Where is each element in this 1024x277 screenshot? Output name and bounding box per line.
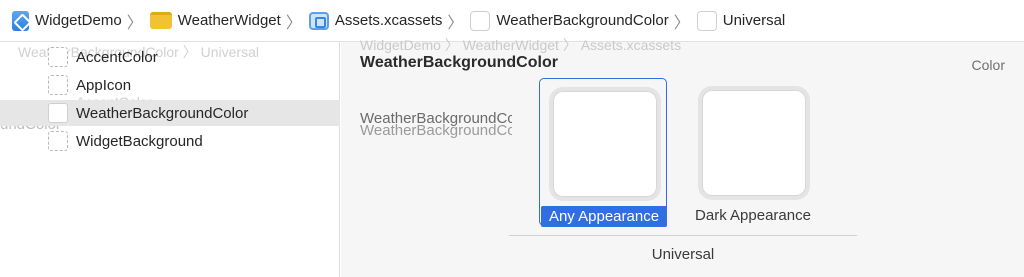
breadcrumb-item-colorset[interactable]: WeatherBackgroundColor [470,10,669,31]
project-icon [12,10,29,31]
slot-label: Dark Appearance [695,207,811,224]
ghost-text: WidgetDemo 〉 WeatherWidget 〉 Assets.xcas… [360,37,682,53]
asset-catalog-icon [308,11,329,30]
breadcrumb-item-group[interactable]: WeatherWidget [149,12,281,29]
color-well[interactable] [553,91,657,197]
any-appearance-slot[interactable]: Any Appearance [539,78,667,227]
breadcrumb-label: WidgetDemo [35,12,122,29]
color-swatch-icon [48,131,68,151]
ghost-text: WeatherBackgroundColor [360,122,512,139]
breadcrumb-item-universal[interactable]: Universal [696,10,786,31]
list-item-weatherbackgroundcolor[interactable]: WeatherBackgroundColor [0,100,340,126]
chevron-right-icon: 〉 [447,14,464,32]
color-swatch-icon [48,103,68,123]
breadcrumb-label: WeatherWidget [177,12,281,29]
breadcrumb-label: WeatherBackgroundColor [496,12,669,29]
color-swatch-icon [48,47,68,67]
color-set-editor: WidgetDemo 〉 WeatherWidget 〉 Assets.xcas… [341,37,1024,277]
breadcrumb-item-project[interactable]: WidgetDemo [12,10,122,31]
list-item-accentcolor[interactable]: AccentColor [0,44,340,70]
chevron-right-icon: 〉 [126,14,143,32]
asset-type-label: Color [971,57,1005,73]
divider [509,235,857,236]
list-item-widgetbackground[interactable]: WidgetBackground [0,128,340,154]
breadcrumb-label: Universal [722,12,786,29]
slot-label: Any Appearance [541,206,667,227]
folder-icon [149,12,172,29]
chevron-right-icon: 〉 [285,14,302,32]
list-item-label: AccentColor [76,48,158,66]
dark-appearance-slot[interactable]: Dark Appearance [689,78,817,226]
app-icon-placeholder-icon [48,75,68,95]
list-item-label: WidgetBackground [76,132,203,150]
asset-list: WeatherBackgroundColor 〉 Universal Accen… [0,42,340,277]
color-set-title: WeatherBackgroundColor [360,54,558,71]
color-set-icon [696,10,717,31]
chevron-right-icon: 〉 [673,14,690,32]
breadcrumb-item-catalog[interactable]: Assets.xcassets [308,11,443,30]
list-item-label: AppIcon [76,76,132,94]
breadcrumb-label: Assets.xcassets [334,12,443,29]
idiom-group-label: Universal [651,246,715,263]
list-item-appicon[interactable]: AppIcon [0,72,340,98]
color-well[interactable] [702,90,806,196]
color-set-icon [470,10,491,31]
list-item-label: WeatherBackgroundColor [76,104,249,122]
